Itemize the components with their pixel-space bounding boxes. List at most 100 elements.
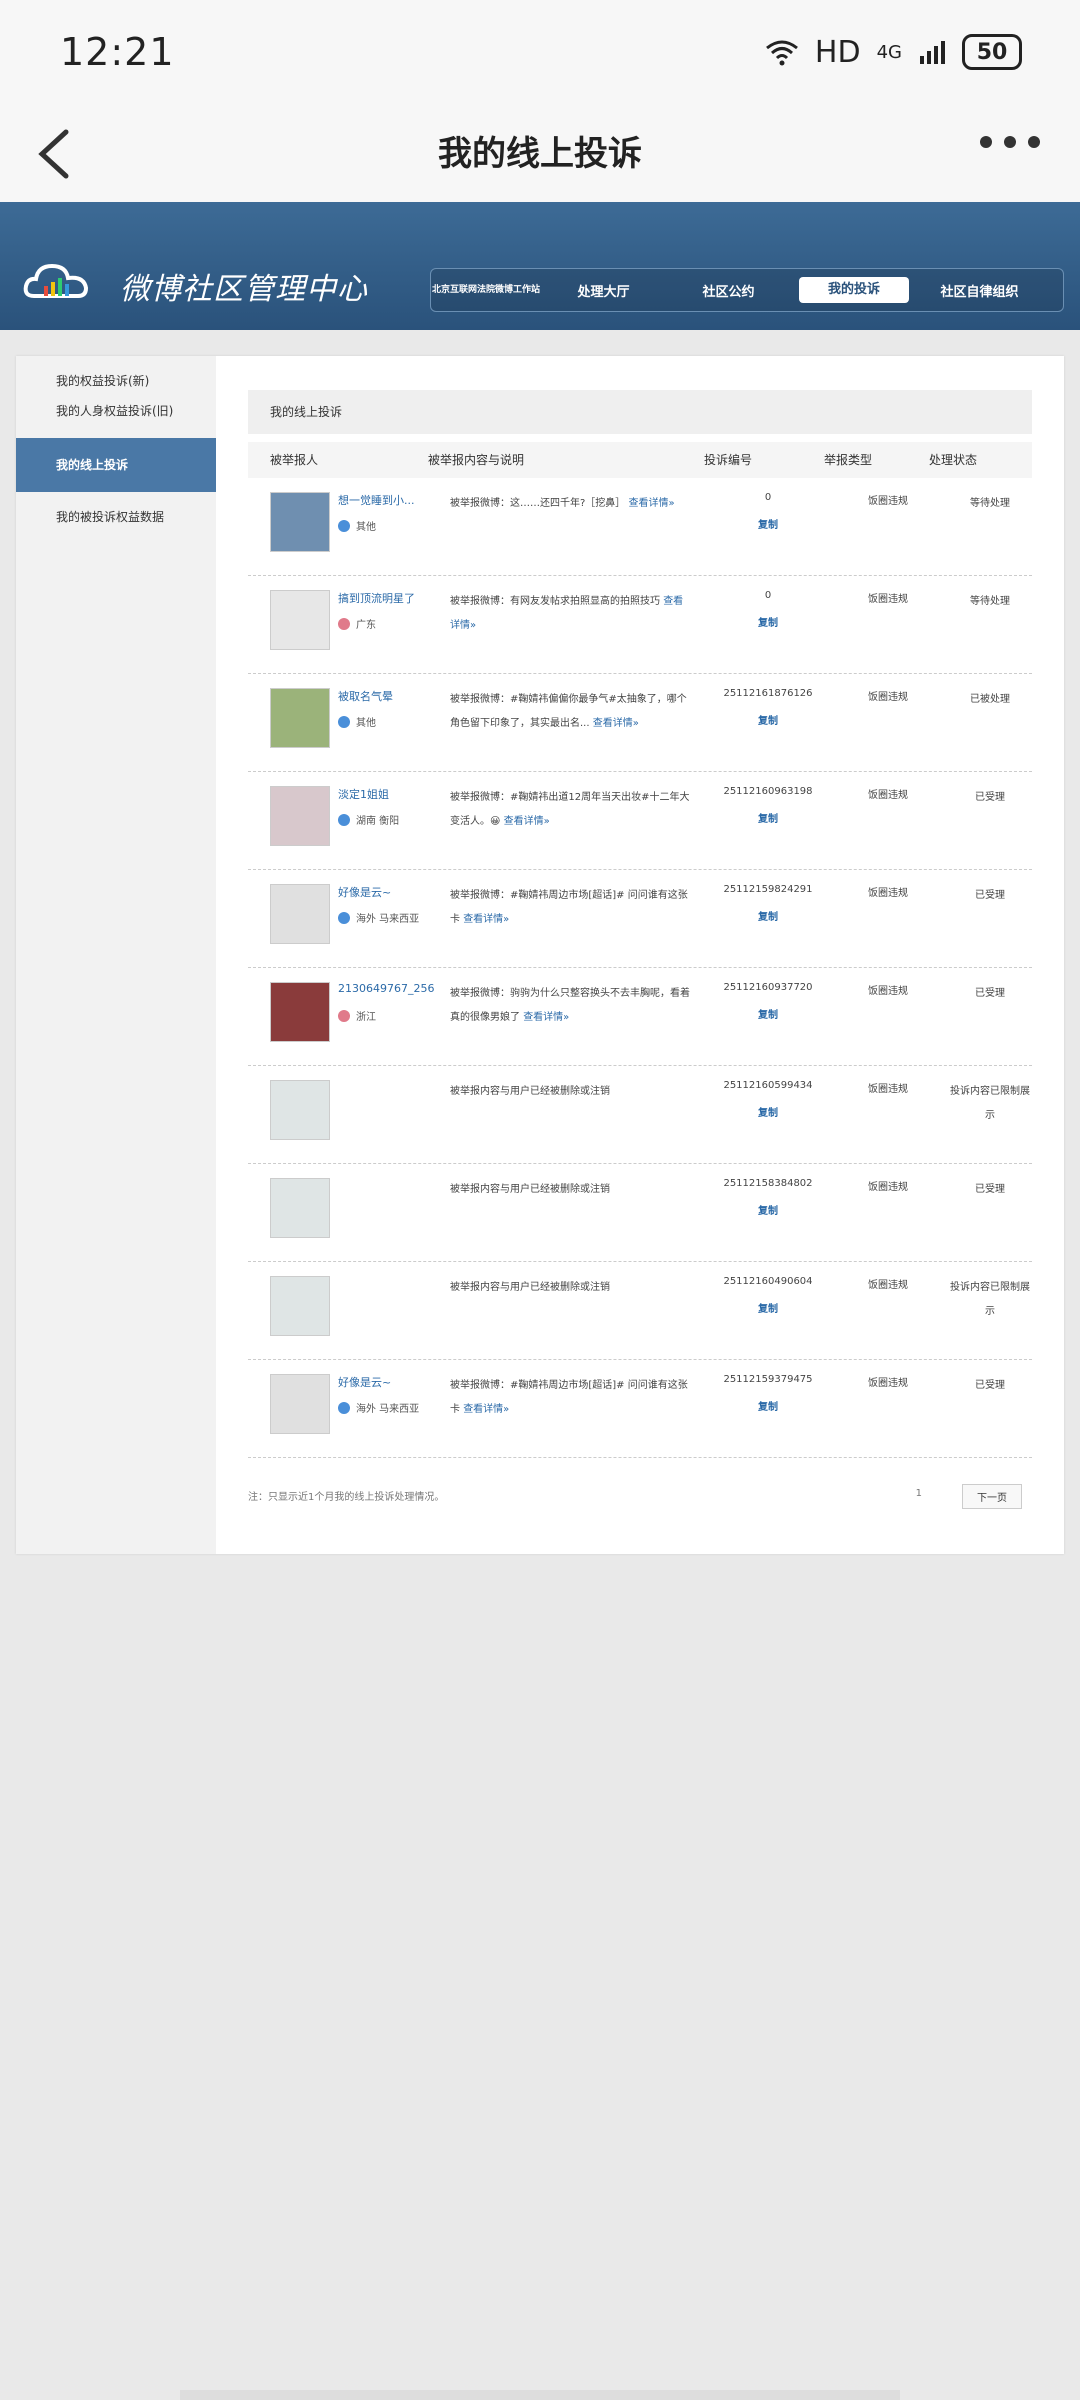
report-description: 被举报微博：#鞠婧祎周边市场[超话]# 问问谁有这张卡 查看详情» xyxy=(450,884,690,932)
status-badge: 已被处理 xyxy=(970,694,1010,705)
copy-button[interactable]: 复制 xyxy=(708,1202,828,1217)
complaint-number: 25112161876126 xyxy=(723,688,813,699)
brand-title: 微博社区管理中心 xyxy=(120,272,368,307)
reported-user-name[interactable]: 好像是云~ xyxy=(338,884,391,900)
user-location-text: 海外 马来西亚 xyxy=(356,1404,420,1415)
report-type: 饭圈违规 xyxy=(868,1182,908,1193)
reported-user-name[interactable]: 好像是云~ xyxy=(338,1374,391,1390)
report-type: 饭圈违规 xyxy=(868,692,908,703)
battery-icon: 50 xyxy=(962,34,1022,70)
reported-user-name[interactable]: 想一觉睡到小... xyxy=(338,492,415,508)
reported-user-name[interactable]: 被取名气晕 xyxy=(338,688,393,704)
user-gender-icon xyxy=(338,520,350,532)
user-location-text: 其他 xyxy=(356,718,376,729)
view-detail-link[interactable]: 查看详情» xyxy=(504,816,550,827)
report-description-text: 被举报内容与用户已经被删除或注销 xyxy=(450,1086,610,1097)
view-detail-link[interactable]: 查看详情» xyxy=(523,1012,569,1023)
view-detail-link[interactable]: 查看详情» xyxy=(463,1404,509,1415)
report-type: 饭圈违规 xyxy=(868,790,908,801)
avatar[interactable] xyxy=(270,688,330,748)
page-number[interactable]: 1 xyxy=(916,1488,922,1499)
avatar xyxy=(270,1178,330,1238)
complaint-number: 25112160937720 xyxy=(723,982,813,993)
avatar[interactable] xyxy=(270,786,330,846)
view-detail-link[interactable]: 查看详情» xyxy=(593,718,639,729)
user-location-text: 广东 xyxy=(356,620,376,631)
status-badge: 已受理 xyxy=(975,792,1005,803)
signal-icon xyxy=(920,41,945,64)
table-row: 淡定1姐姐湖南 衡阳 被举报微博：#鞠婧祎出道12周年当天出妆#十二年大变活人。😀… xyxy=(248,772,1032,870)
report-description-text: 被举报微博：有网友发帖求拍照显高的拍照技巧 xyxy=(450,596,660,607)
user-location: 湖南 衡阳 xyxy=(338,812,399,827)
avatar[interactable] xyxy=(270,492,330,552)
header-reported-user: 被举报人 xyxy=(270,453,319,467)
view-detail-link[interactable]: 查看详情» xyxy=(463,914,509,925)
user-gender-icon xyxy=(338,716,350,728)
header-complaint-number: 投诉编号 xyxy=(703,453,752,467)
reported-user-name[interactable]: 搞到顶流明星了 xyxy=(338,590,415,606)
next-page-button[interactable]: 下一页 xyxy=(962,1484,1022,1509)
table-body: 想一觉睡到小... 其他 被举报微博：这……还四千年?［挖鼻］ 查看详情» 0 复制 饭圈… xyxy=(248,478,1032,1458)
table-row: 好像是云~ 海外 马来西亚 被举报微博：#鞠婧祎周边市场[超话]# 问问谁有这张卡 … xyxy=(248,870,1032,968)
status-badge: 等待处理 xyxy=(970,498,1010,509)
user-location: 浙江 xyxy=(338,1008,376,1023)
report-description-text: 被举报内容与用户已经被删除或注销 xyxy=(450,1184,610,1195)
app-bar: 我的线上投诉 xyxy=(0,110,1080,202)
copy-button[interactable]: 复制 xyxy=(708,810,828,825)
copy-button[interactable]: 复制 xyxy=(708,908,828,923)
reported-user-name[interactable]: 淡定1姐姐 xyxy=(338,786,389,802)
nav-community-convention[interactable]: 社区公约 xyxy=(666,281,791,300)
view-detail-link[interactable]: 查看详情» xyxy=(629,498,675,509)
report-type: 饭圈违规 xyxy=(868,888,908,899)
nav-self-discipline[interactable]: 社区自律组织 xyxy=(917,281,1042,300)
more-menu-icon[interactable] xyxy=(980,136,1040,148)
report-type: 饭圈违规 xyxy=(868,1280,908,1291)
user-location: 海外 马来西亚 xyxy=(338,1400,419,1415)
report-description: 被举报微博：#鞠婧祎出道12周年当天出妆#十二年大变活人。😀 查看详情» xyxy=(450,786,690,834)
avatar xyxy=(270,1080,330,1140)
nav-processing-hall[interactable]: 处理大厅 xyxy=(541,281,666,300)
status-badge: 投诉内容已限制展示 xyxy=(950,1086,1030,1121)
user-gender-icon xyxy=(338,912,350,924)
nav-court-workstation[interactable]: 北京互联网法院微博工作站 xyxy=(431,284,541,296)
user-location-text: 海外 马来西亚 xyxy=(356,914,420,925)
sidebar-item-personal-rights-old[interactable]: 我的人身权益投诉(旧) xyxy=(16,396,216,426)
table-row: 2130649767_256 浙江 被举报微博：驹驹为什么只整容换头不去丰胸呢，看着… xyxy=(248,968,1032,1066)
sidebar-item-rights-new[interactable]: 我的权益投诉(新) xyxy=(16,366,216,396)
avatar[interactable] xyxy=(270,884,330,944)
report-description-text: 被举报微博：#鞠婧祎出道12周年当天出妆#十二年大变活人。😀 xyxy=(450,792,690,827)
avatar[interactable] xyxy=(270,982,330,1042)
sidebar-item-complained-data[interactable]: 我的被投诉权益数据 xyxy=(16,502,216,532)
table-row: 被举报内容与用户已经被删除或注销 25112160490604 复制 饭圈违规 投诉内容… xyxy=(248,1262,1032,1360)
status-badge: 已受理 xyxy=(975,988,1005,999)
report-description-text: 被举报微博：这……还四千年?［挖鼻］ xyxy=(450,498,626,509)
user-gender-icon xyxy=(338,814,350,826)
copy-button[interactable]: 复制 xyxy=(708,1104,828,1119)
report-type: 饭圈违规 xyxy=(868,496,908,507)
user-location: 海外 马来西亚 xyxy=(338,910,419,925)
status-badge: 投诉内容已限制展示 xyxy=(950,1282,1030,1317)
copy-button[interactable]: 复制 xyxy=(708,1398,828,1413)
table-row: 被举报内容与用户已经被删除或注销 25112158384802 复制 饭圈违规 已受理 xyxy=(248,1164,1032,1262)
copy-button[interactable]: 复制 xyxy=(708,614,828,629)
user-gender-icon xyxy=(338,618,350,630)
copy-button[interactable]: 复制 xyxy=(708,1300,828,1315)
copy-button[interactable]: 复制 xyxy=(708,516,828,531)
sidebar-item-online-complaints[interactable]: 我的线上投诉 xyxy=(16,438,216,492)
status-bar: 12:21 HD 4G 50 xyxy=(0,0,1080,110)
user-location: 广东 xyxy=(338,616,376,631)
report-type: 饭圈违规 xyxy=(868,1084,908,1095)
status-right: HD 4G 50 xyxy=(765,34,1022,70)
avatar xyxy=(270,1276,330,1336)
report-type: 饭圈违规 xyxy=(868,594,908,605)
table-header: 被举报人 被举报内容与说明 投诉编号 举报类型 处理状态 xyxy=(248,442,1032,478)
table-footer: 注：只显示近1个月我的线上投诉处理情况。 1 下一页 xyxy=(248,1484,1032,1518)
nav-my-complaints[interactable]: 我的投诉 xyxy=(799,277,909,303)
copy-button[interactable]: 复制 xyxy=(708,1006,828,1021)
reported-user-name[interactable]: 2130649767_256 xyxy=(338,982,434,995)
report-description-text: 被举报内容与用户已经被删除或注销 xyxy=(450,1282,610,1293)
status-badge: 已受理 xyxy=(975,1380,1005,1391)
copy-button[interactable]: 复制 xyxy=(708,712,828,727)
avatar[interactable] xyxy=(270,590,330,650)
avatar[interactable] xyxy=(270,1374,330,1434)
